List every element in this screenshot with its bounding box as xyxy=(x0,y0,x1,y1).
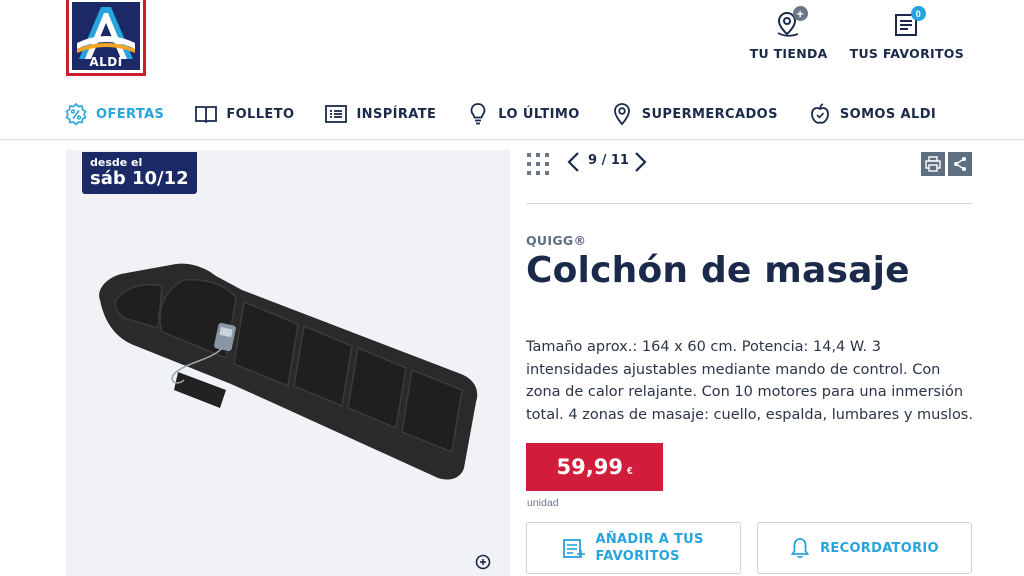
product-description: Tamaño aprox.: 164 x 60 cm. Potencia: 14… xyxy=(526,339,973,423)
nav-label-folleto: FOLLETO xyxy=(226,106,295,122)
print-button[interactable] xyxy=(921,152,945,176)
nav-label-ofertas: OFERTAS xyxy=(96,106,165,122)
nav-item-somos-aldi[interactable]: SOMOS ALDI xyxy=(808,102,936,126)
favorites-link[interactable]: 0 TUS FAVORITOS xyxy=(849,6,964,61)
share-buttons xyxy=(921,152,972,176)
add-to-favorites-label: AÑADIR A TUS FAVORITOS xyxy=(595,532,704,564)
product-brand: QUIGG® xyxy=(526,233,587,248)
nav-item-ofertas[interactable]: OFERTAS xyxy=(64,102,164,126)
main-nav: OFERTAS FOLLETO INSPÍRATE LO ÚLTIMO SUPE… xyxy=(64,102,966,126)
price-box: 59,99 € xyxy=(526,443,663,491)
product-title: Colchón de masaje xyxy=(526,250,910,291)
apple-icon xyxy=(810,103,829,124)
list-card-icon xyxy=(325,105,348,123)
add-to-list-icon xyxy=(562,539,585,558)
favorites-list-icon: 0 xyxy=(890,6,926,40)
map-pin-icon xyxy=(613,103,630,126)
price-currency: € xyxy=(626,465,633,477)
grid-view-icon[interactable] xyxy=(526,152,550,176)
favorites-link-label: TUS FAVORITOS xyxy=(849,46,964,61)
share-icon xyxy=(954,157,966,171)
percent-badge-icon xyxy=(65,102,87,126)
chevron-left-icon[interactable] xyxy=(564,150,584,174)
zoom-in-icon xyxy=(475,554,491,570)
store-link-label: TU TIENDA xyxy=(749,46,828,61)
nav-label-inspirate: INSPÍRATE xyxy=(356,106,437,122)
logo-text: ALDI xyxy=(89,55,123,69)
reminder-button[interactable]: RECORDATORIO xyxy=(757,522,972,574)
printer-icon xyxy=(925,156,941,172)
nav-label-somos-aldi: SOMOS ALDI xyxy=(839,106,937,122)
nav-item-inspirate[interactable]: INSPÍRATE xyxy=(324,102,436,126)
nav-label-lo-ultimo: LO ÚLTIMO xyxy=(498,106,580,122)
site-header: ALDI + TU TIENDA 0 TUS FAVORITOS OFERTAS… xyxy=(0,0,1024,140)
open-book-icon xyxy=(195,106,218,124)
header-links: + TU TIENDA 0 TUS FAVORITOS xyxy=(749,6,964,61)
add-to-favorites-button[interactable]: AÑADIR A TUS FAVORITOS xyxy=(526,522,741,574)
aldi-logo[interactable]: ALDI xyxy=(66,0,146,76)
add-store-badge: + xyxy=(792,6,808,21)
chevron-right-icon[interactable] xyxy=(630,150,650,174)
price-amount: 59,99 xyxy=(556,455,623,479)
nav-item-supermercados[interactable]: SUPERMERCADOS xyxy=(610,102,778,126)
lightbulb-icon xyxy=(470,103,486,125)
nav-item-lo-ultimo[interactable]: LO ÚLTIMO xyxy=(466,102,579,126)
zoom-button[interactable] xyxy=(474,553,494,576)
share-button[interactable] xyxy=(948,152,972,176)
favorites-count-badge: 0 xyxy=(910,6,926,21)
store-location-icon: + xyxy=(772,6,808,40)
nav-item-folleto[interactable]: FOLLETO xyxy=(194,102,294,126)
massage-mattress-image xyxy=(99,263,478,480)
nav-label-supermercados: SUPERMERCADOS xyxy=(641,106,778,122)
bell-icon xyxy=(790,538,810,558)
product-image-panel[interactable]: desde el sáb 10/12 xyxy=(66,150,510,576)
reminder-label: RECORDATORIO xyxy=(820,540,939,556)
product-pager: 9 / 11 xyxy=(526,150,972,204)
store-link[interactable]: + TU TIENDA xyxy=(749,6,828,61)
pager-count: 9 / 11 xyxy=(588,153,629,168)
price-unit: unidad xyxy=(527,497,559,509)
